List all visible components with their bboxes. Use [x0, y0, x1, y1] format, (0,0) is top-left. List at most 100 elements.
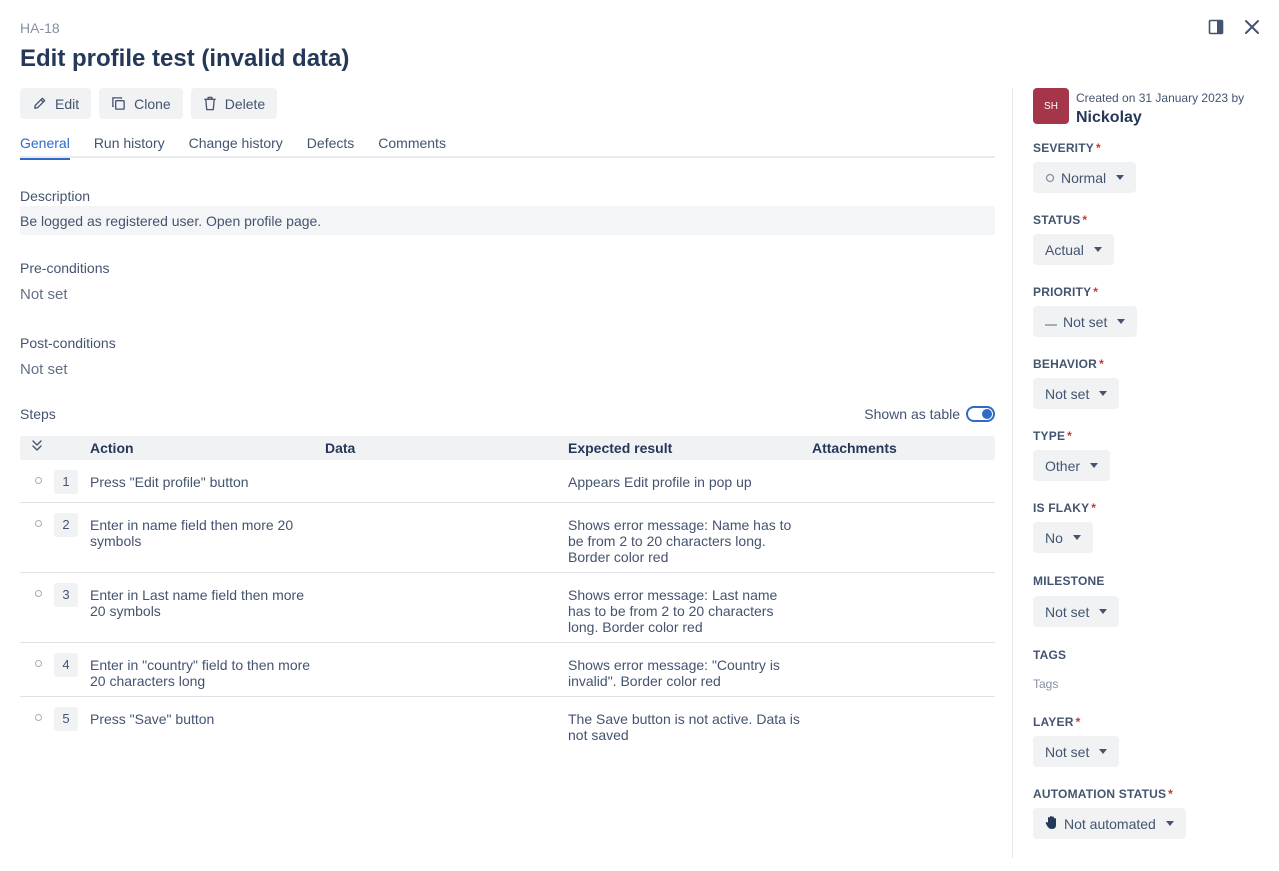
- edit-label: Edit: [55, 95, 80, 112]
- steps-label: Steps: [20, 406, 56, 422]
- milestone-value: Not set: [1045, 603, 1090, 620]
- page-title: Edit profile test (invalid data): [20, 45, 350, 72]
- layer-label: LAYER *: [1033, 715, 1081, 729]
- chevron-down-icon: [1099, 391, 1108, 396]
- table-row[interactable]: 1 Press "Edit profile" button Appears Ed…: [20, 460, 995, 503]
- close-icon[interactable]: [1241, 16, 1263, 38]
- severity-value: Normal: [1061, 169, 1107, 186]
- severity-dropdown[interactable]: Normal: [1033, 162, 1137, 193]
- tab-run-history[interactable]: Run history: [94, 132, 165, 158]
- severity-label: SEVERITY *: [1033, 141, 1101, 155]
- automation-status-value: Not automated: [1064, 815, 1156, 832]
- chevron-down-icon: [1165, 821, 1174, 826]
- tab-comments[interactable]: Comments: [378, 132, 446, 158]
- tab-defects[interactable]: Defects: [307, 132, 354, 158]
- toolbar: Edit Clone Delete: [20, 88, 278, 119]
- step-expected: Shows error message: Last name has to be…: [568, 587, 778, 635]
- clone-button[interactable]: Clone: [99, 88, 183, 119]
- is-flaky-dropdown[interactable]: No: [1033, 522, 1093, 553]
- creator-name: Nickolay: [1076, 109, 1142, 126]
- behavior-label: BEHAVIOR *: [1033, 357, 1104, 371]
- column-expected-result: Expected result: [568, 440, 673, 456]
- chevron-down-icon: [1116, 175, 1125, 180]
- chevron-down-icon: [1099, 749, 1108, 754]
- collapse-all-icon[interactable]: [31, 439, 43, 456]
- step-number: 1: [54, 470, 78, 494]
- step-expected: Shows error message: "Country is invalid…: [568, 657, 780, 689]
- step-action: Press "Edit profile" button: [90, 474, 249, 490]
- tab-change-history[interactable]: Change history: [189, 132, 283, 158]
- postconditions-label: Post-conditions: [20, 335, 116, 351]
- column-data: Data: [325, 440, 356, 456]
- window-controls: [1205, 16, 1263, 38]
- table-row[interactable]: 4 Enter in "country" field to then more …: [20, 643, 995, 697]
- step-status-icon[interactable]: [35, 660, 42, 667]
- shown-as-table-control: Shown as table: [864, 406, 995, 422]
- tab-bar: General Run history Change history Defec…: [20, 132, 995, 160]
- chevron-down-icon: [1099, 609, 1108, 614]
- step-number: 4: [54, 653, 78, 677]
- circle-outline-icon: [1045, 170, 1055, 186]
- automation-status-dropdown[interactable]: Not automated: [1033, 808, 1186, 839]
- tags-label: TAGS: [1033, 648, 1067, 662]
- clone-label: Clone: [134, 95, 171, 112]
- chevron-down-icon: [1117, 319, 1126, 324]
- postconditions-value[interactable]: Not set: [20, 361, 68, 378]
- tab-general[interactable]: General: [20, 132, 70, 160]
- type-dropdown[interactable]: Other: [1033, 450, 1111, 481]
- layer-value: Not set: [1045, 743, 1090, 760]
- created-text: Created on 31 January 2023 by: [1076, 91, 1245, 105]
- table-row[interactable]: 2 Enter in name field then more 20 symbo…: [20, 503, 995, 573]
- shown-as-table-toggle[interactable]: [966, 406, 995, 422]
- step-number: 3: [54, 583, 78, 607]
- column-action: Action: [90, 440, 134, 456]
- step-expected: Shows error message: Name has to be from…: [568, 517, 792, 565]
- step-action: Enter in "country" field to then more 20…: [90, 657, 311, 689]
- side-panel-toggle-icon[interactable]: [1205, 16, 1227, 38]
- panel-divider: [1012, 88, 1013, 858]
- status-label: STATUS *: [1033, 213, 1088, 227]
- description-value[interactable]: Be logged as registered user. Open profi…: [20, 206, 995, 235]
- description-label: Description: [20, 188, 91, 204]
- column-attachments: Attachments: [812, 440, 897, 456]
- priority-label: PRIORITY *: [1033, 285, 1099, 299]
- steps-table-header: Action Data Expected result Attachments: [20, 436, 995, 460]
- step-status-icon[interactable]: [35, 714, 42, 721]
- is-flaky-label: IS FLAKY *: [1033, 501, 1097, 515]
- table-row[interactable]: 5 Press "Save" button The Save button is…: [20, 697, 995, 751]
- status-dropdown[interactable]: Actual: [1033, 234, 1114, 265]
- copy-icon: [111, 96, 126, 111]
- automation-status-label: AUTOMATION STATUS *: [1033, 787, 1174, 801]
- priority-value: Not set: [1063, 313, 1108, 330]
- behavior-dropdown[interactable]: Not set: [1033, 378, 1120, 409]
- tags-input[interactable]: Tags: [1033, 677, 1058, 691]
- table-row[interactable]: 3 Enter in Last name field then more 20 …: [20, 573, 995, 643]
- step-number: 5: [54, 707, 78, 731]
- delete-label: Delete: [224, 95, 266, 112]
- step-action: Enter in name field then more 20 symbols: [90, 517, 294, 549]
- step-number: 2: [54, 513, 78, 537]
- delete-button[interactable]: Delete: [190, 88, 278, 119]
- shown-as-table-label: Shown as table: [864, 406, 960, 422]
- issue-key: HA-18: [20, 20, 60, 36]
- hand-icon: [1045, 815, 1058, 833]
- type-label: TYPE *: [1033, 429, 1073, 443]
- step-status-icon[interactable]: [35, 477, 42, 484]
- step-status-icon[interactable]: [35, 520, 42, 527]
- pencil-icon: [32, 96, 47, 111]
- layer-dropdown[interactable]: Not set: [1033, 736, 1120, 767]
- milestone-dropdown[interactable]: Not set: [1033, 596, 1120, 627]
- avatar[interactable]: SH: [1033, 88, 1069, 124]
- step-status-icon[interactable]: [35, 590, 42, 597]
- dash-icon: [1045, 314, 1057, 330]
- edit-button[interactable]: Edit: [20, 88, 92, 119]
- priority-dropdown[interactable]: Not set: [1033, 306, 1138, 337]
- trash-icon: [203, 96, 217, 111]
- step-expected: The Save button is not active. Data is n…: [568, 711, 800, 743]
- preconditions-value[interactable]: Not set: [20, 286, 68, 303]
- step-action: Press "Save" button: [90, 711, 215, 727]
- chevron-down-icon: [1090, 463, 1099, 468]
- behavior-value: Not set: [1045, 385, 1090, 402]
- chevron-down-icon: [1072, 535, 1081, 540]
- preconditions-label: Pre-conditions: [20, 260, 110, 276]
